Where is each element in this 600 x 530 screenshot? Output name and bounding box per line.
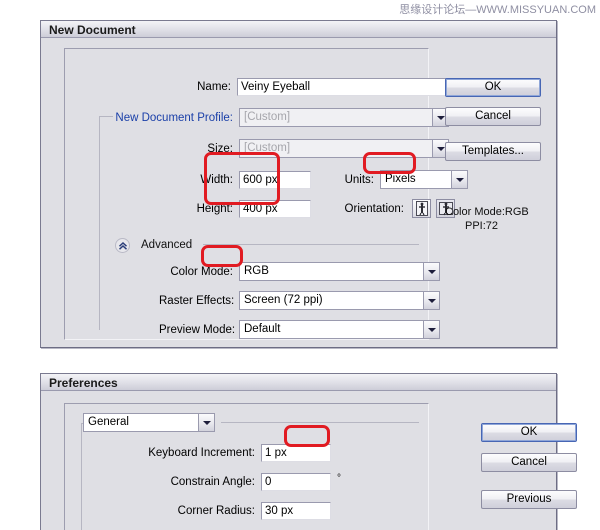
color-mode-row: Color Mode: RGB: [159, 262, 440, 281]
size-row: Size: [Custom]: [111, 139, 449, 158]
info-color-mode: Color Mode:RGB: [445, 206, 529, 218]
width-row: Width: 600 px Units: Pixels: [161, 170, 468, 189]
advanced-section-label: Advanced: [141, 239, 193, 251]
units-value: Pixels: [380, 170, 451, 189]
preferences-title-text: Preferences: [49, 376, 118, 390]
color-mode-label: Color Mode:: [170, 265, 233, 278]
chevron-down-icon[interactable]: [198, 413, 215, 432]
name-row: Name: Veiny Eyeball: [181, 78, 455, 96]
constrain-angle-row: Constrain Angle: 0: [123, 473, 331, 491]
new-document-dialog: New Document Name: Veiny Eyeball New Doc…: [40, 20, 557, 348]
constrain-angle-label: Constrain Angle:: [170, 476, 255, 488]
chevron-down-icon[interactable]: [423, 262, 440, 281]
chevron-double-up-icon: [118, 241, 128, 250]
preferences-previous-button[interactable]: Previous: [481, 490, 577, 509]
height-label: Height:: [196, 202, 233, 215]
raster-effects-value: Screen (72 ppi): [239, 291, 423, 310]
orientation-portrait-icon[interactable]: [412, 199, 431, 218]
watermark-separator: —: [465, 4, 477, 16]
height-input[interactable]: 400 px: [239, 199, 311, 218]
preview-mode-combo[interactable]: Default: [239, 320, 440, 339]
site-watermark: 思缘设计论坛—WWW.MISSYUAN.COM: [399, 1, 596, 17]
screenshot-root: 思缘设计论坛—WWW.MISSYUAN.COM New Document Nam…: [0, 0, 600, 530]
raster-effects-combo[interactable]: Screen (72 ppi): [239, 291, 440, 310]
preferences-body: General Keyboard Increment: 1 px Constra…: [41, 391, 577, 530]
keyboard-increment-row: Keyboard Increment: 1 px: [123, 444, 331, 462]
info-ppi: PPI:72: [465, 220, 499, 232]
keyboard-increment-input[interactable]: 1 px: [261, 444, 331, 462]
preferences-category-combo[interactable]: General: [83, 413, 215, 432]
preferences-dialog: Preferences General Keyboard Increment: …: [40, 373, 577, 530]
raster-effects-row: Raster Effects: Screen (72 ppi): [159, 291, 440, 310]
color-mode-value: RGB: [239, 262, 423, 281]
corner-radius-row: Corner Radius: 30 px: [123, 502, 331, 520]
preferences-category-divider: [221, 422, 419, 423]
new-document-profile-row: New Document Profile: [Custom]: [111, 108, 449, 127]
size-value: [Custom]: [239, 139, 432, 158]
degree-symbol: °: [337, 473, 341, 484]
size-label: Size:: [207, 142, 233, 155]
preferences-cancel-button[interactable]: Cancel: [481, 453, 577, 472]
new-document-profile-value: [Custom]: [239, 108, 432, 127]
preferences-group-bracket: [81, 423, 95, 530]
preview-mode-label: Preview Mode:: [159, 323, 236, 336]
advanced-disclosure-toggle[interactable]: [115, 238, 130, 253]
advanced-section-divider: [203, 244, 419, 245]
corner-radius-label: Corner Radius:: [177, 505, 255, 517]
new-document-profile-combo[interactable]: [Custom]: [239, 108, 449, 127]
watermark-site-url: WWW.MISSYUAN.COM: [476, 4, 596, 16]
width-input[interactable]: 600 px: [239, 170, 311, 189]
cancel-button[interactable]: Cancel: [445, 107, 541, 126]
templates-button[interactable]: Templates...: [445, 142, 541, 161]
chevron-down-icon[interactable]: [423, 291, 440, 310]
units-label: Units:: [344, 173, 374, 186]
name-label: Name:: [197, 81, 231, 93]
height-row: Height: 400 px Orientation:: [161, 199, 455, 218]
new-document-body: Name: Veiny Eyeball New Document Profile…: [41, 38, 556, 346]
preview-mode-value: Default: [239, 320, 423, 339]
size-combo[interactable]: [Custom]: [239, 139, 449, 158]
preferences-title-bar: Preferences: [41, 374, 556, 391]
new-document-profile-label[interactable]: New Document Profile:: [111, 111, 233, 125]
raster-effects-label: Raster Effects:: [159, 294, 235, 307]
color-mode-combo[interactable]: RGB: [239, 262, 440, 281]
ok-button[interactable]: OK: [445, 78, 541, 97]
preview-mode-row: Preview Mode: Default: [159, 320, 440, 339]
preferences-category-value: General: [83, 413, 198, 432]
chevron-down-icon[interactable]: [451, 170, 468, 189]
corner-radius-input[interactable]: 30 px: [261, 502, 331, 520]
new-document-title-text: New Document: [49, 23, 136, 37]
new-document-title-bar: New Document: [41, 21, 556, 38]
chevron-down-icon[interactable]: [423, 320, 440, 339]
units-combo[interactable]: Pixels: [380, 170, 468, 189]
width-label: Width:: [200, 173, 233, 186]
watermark-chinese-text: 思缘设计论坛: [399, 3, 466, 16]
keyboard-increment-label: Keyboard Increment:: [148, 447, 255, 459]
constrain-angle-input[interactable]: 0: [261, 473, 331, 491]
orientation-label: Orientation:: [344, 202, 404, 215]
name-input[interactable]: Veiny Eyeball: [237, 78, 455, 96]
preferences-ok-button[interactable]: OK: [481, 423, 577, 442]
